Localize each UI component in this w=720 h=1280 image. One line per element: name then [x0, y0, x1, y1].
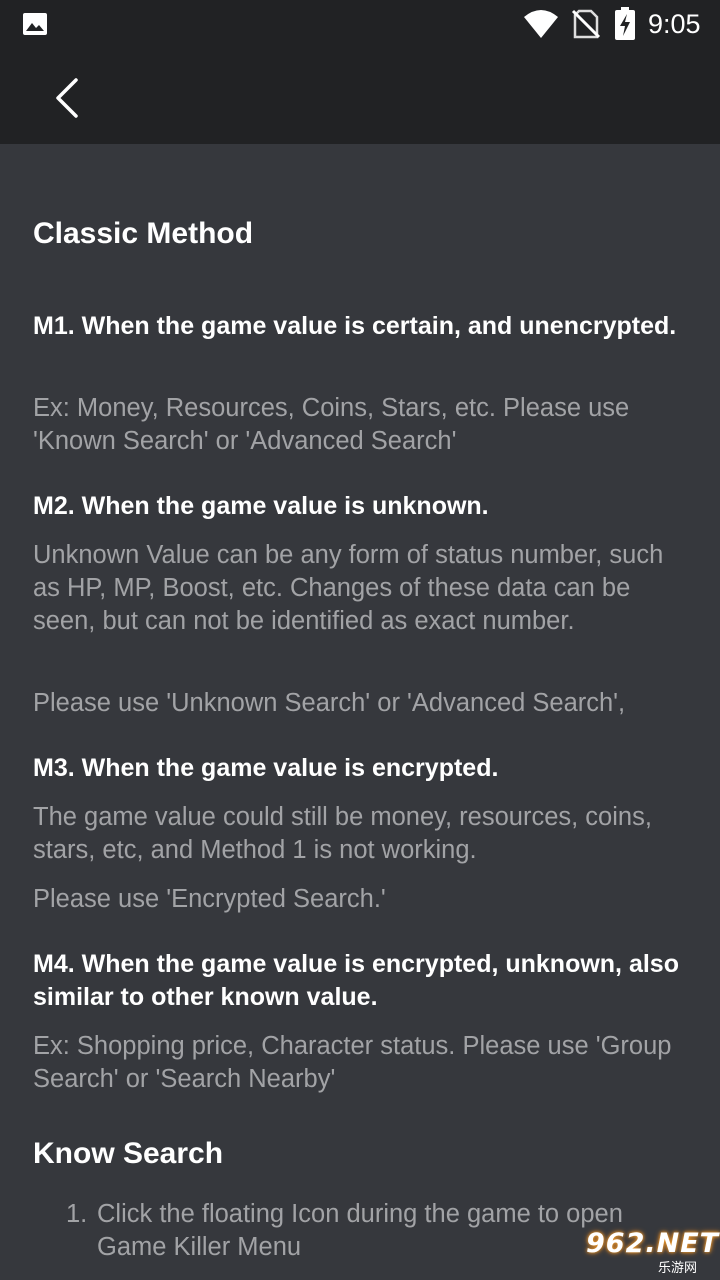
no-sim-icon: [571, 9, 601, 43]
method-3-description: The game value could still be money, res…: [33, 803, 652, 864]
method-3-heading: M3. When the game value is encrypted.: [33, 754, 499, 782]
watermark-text: 962.NET: [586, 1228, 720, 1259]
watermark-subtext: 乐游网: [658, 1261, 698, 1276]
method-1-heading: M1. When the game value is certain, and …: [33, 312, 677, 340]
app-bar: [0, 48, 720, 144]
wifi-icon: [523, 9, 559, 43]
method-3-instruction: Please use 'Encrypted Search.': [33, 885, 386, 913]
chevron-left-icon: [56, 78, 78, 118]
method-1-description: Ex: Money, Resources, Coins, Stars, etc.…: [33, 394, 630, 455]
method-4-description: Ex: Shopping price, Character status. Pl…: [33, 1032, 672, 1093]
method-2-heading: M2. When the game value is unknown.: [33, 492, 489, 520]
watermark-logo: 962.NET 乐游网: [582, 1228, 718, 1276]
status-bar: 9:05: [0, 0, 720, 48]
list-item-number: 1.: [66, 1200, 88, 1228]
method-2-instruction: Please use 'Unknown Search' or 'Advanced…: [33, 689, 626, 717]
back-button[interactable]: [36, 66, 100, 130]
method-4-heading: M4. When the game value is encrypted, un…: [33, 950, 679, 1011]
status-time: 9:05: [648, 9, 701, 39]
section-title-know-search: Know Search: [33, 1137, 224, 1170]
method-2-description: Unknown Value can be any form of status …: [33, 541, 664, 635]
section-title-classic-method: Classic Method: [33, 217, 254, 250]
image-notification-icon: [22, 12, 48, 40]
battery-charging-icon: [614, 7, 636, 45]
